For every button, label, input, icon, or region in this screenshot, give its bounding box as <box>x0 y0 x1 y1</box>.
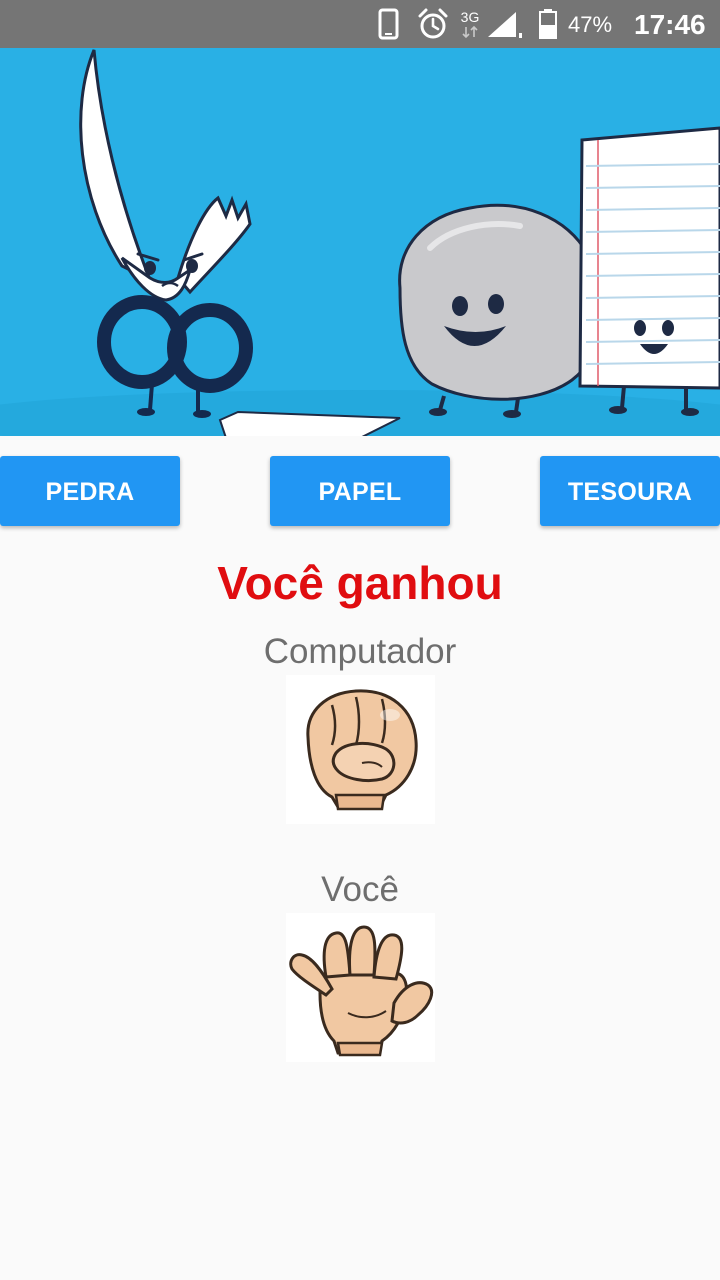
computer-label: Computador <box>263 632 457 671</box>
player-label: Você <box>321 870 399 909</box>
network-3g-icon: 3G <box>461 9 480 39</box>
battery-percent: 47% <box>568 12 613 37</box>
player-choice-image <box>286 913 435 1062</box>
status-bar: 3G 47% 17:46 <box>0 0 720 48</box>
scissors-button[interactable]: TESOURA <box>540 456 720 526</box>
battery-icon <box>539 9 557 39</box>
signal-icon <box>488 12 522 38</box>
paper-character <box>578 126 720 416</box>
rock-button[interactable]: PEDRA <box>0 456 180 526</box>
clock: 17:46 <box>634 9 706 40</box>
hero-banner <box>0 48 720 436</box>
phone-icon <box>378 8 399 40</box>
paper-button[interactable]: PAPEL <box>270 456 450 526</box>
alarm-icon <box>418 8 448 39</box>
rock-paper-scissors-characters-banner <box>0 48 720 436</box>
open-hand-paper-icon <box>289 925 434 1057</box>
result-text: Você ganhou <box>217 557 503 609</box>
computer-choice-image <box>286 675 435 824</box>
fist-rock-icon <box>306 689 418 811</box>
network-label: 3G <box>461 9 480 25</box>
